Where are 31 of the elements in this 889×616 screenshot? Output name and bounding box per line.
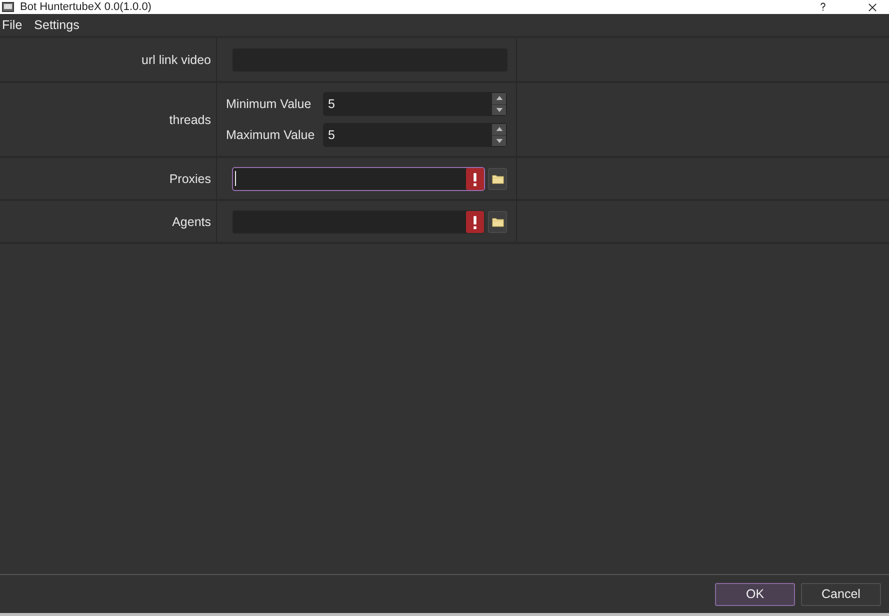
- spin-box[interactable]: 5: [323, 123, 507, 147]
- spin-up-button[interactable]: [492, 124, 506, 136]
- text-cursor: [235, 171, 236, 186]
- path-field[interactable]: [232, 210, 485, 234]
- folder-icon: [492, 174, 504, 184]
- field-label: threads: [169, 112, 211, 126]
- field-label: url link video: [142, 52, 211, 66]
- dialog-button[interactable]: Cancel: [801, 582, 881, 606]
- spin-label: Maximum Value: [226, 128, 316, 142]
- up-arrow-icon: [496, 127, 502, 132]
- spin-down-button[interactable]: [492, 136, 506, 146]
- path-field[interactable]: [232, 166, 485, 190]
- field-label: Proxies: [169, 172, 211, 186]
- browse-button[interactable]: [488, 168, 507, 190]
- spin-up-button[interactable]: [492, 93, 506, 104]
- spin-label: Minimum Value: [226, 97, 312, 111]
- menu-item[interactable]: Settings: [33, 18, 80, 32]
- spin-box[interactable]: 5: [323, 92, 507, 116]
- browse-button[interactable]: [488, 210, 507, 232]
- help-icon[interactable]: [820, 2, 826, 12]
- down-arrow-icon: [496, 108, 502, 112]
- menu-item[interactable]: File: [1, 18, 24, 32]
- folder-icon: [492, 216, 504, 226]
- spin-down-button[interactable]: [492, 104, 506, 115]
- window-title: Bot HuntertubeX 0.0(1.0.0): [20, 0, 152, 14]
- dialog-button[interactable]: OK: [715, 582, 795, 606]
- close-icon[interactable]: [868, 2, 877, 12]
- up-arrow-icon: [496, 96, 502, 100]
- field-label: Agents: [172, 214, 211, 228]
- app-icon: [2, 2, 14, 12]
- down-arrow-icon: [496, 138, 502, 143]
